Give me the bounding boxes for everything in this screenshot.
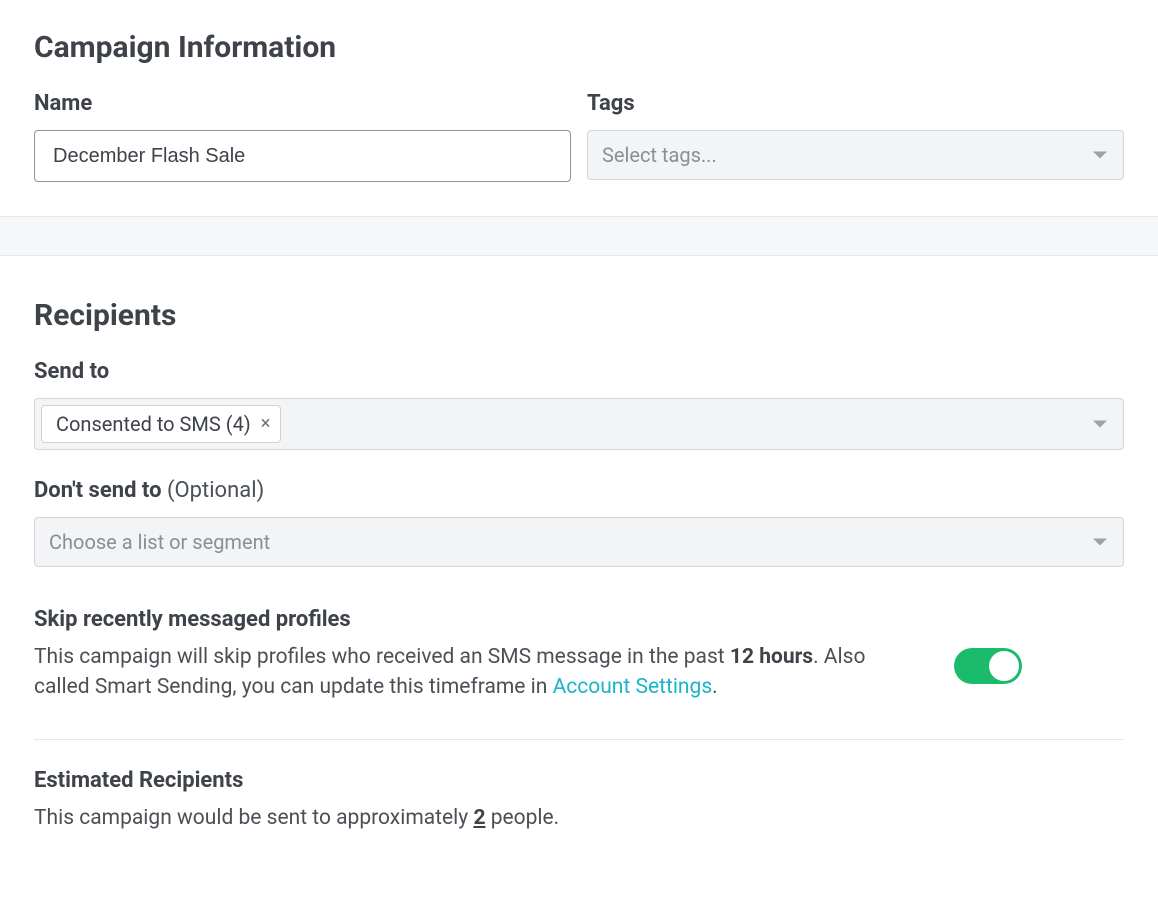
campaign-information-section: Campaign Information Name Tags Select ta… (0, 0, 1158, 216)
estimated-recipients-text: This campaign would be sent to approxima… (34, 803, 914, 833)
estimated-count: 2 (473, 806, 485, 830)
send-to-select[interactable]: Consented to SMS (4) × (34, 398, 1124, 450)
recipients-title: Recipients (34, 298, 1124, 333)
tags-field-col: Tags Select tags... (587, 91, 1124, 182)
send-to-label: Send to (34, 359, 1124, 384)
skip-recently-row: This campaign will skip profiles who rec… (34, 642, 1124, 703)
dont-send-to-placeholder: Choose a list or segment (49, 530, 270, 554)
estimated-recipients-title: Estimated Recipients (34, 768, 1124, 793)
tags-placeholder: Select tags... (602, 143, 717, 167)
chevron-down-icon (1093, 152, 1107, 159)
smart-sending-toggle[interactable] (954, 648, 1022, 684)
account-settings-link[interactable]: Account Settings (553, 675, 713, 699)
chip-remove-icon[interactable]: × (261, 415, 271, 433)
skip-hours: 12 hours (730, 645, 813, 669)
skip-recently-title: Skip recently messaged profiles (34, 607, 1124, 632)
estimated-after: people. (486, 806, 560, 830)
dont-send-to-label: Don't send to (Optional) (34, 478, 1124, 503)
estimated-before: This campaign would be sent to approxima… (34, 806, 473, 830)
recipients-divider (34, 739, 1124, 740)
section-divider (0, 216, 1158, 256)
send-to-chip-label: Consented to SMS (4) (56, 412, 251, 436)
send-to-chip: Consented to SMS (4) × (41, 405, 281, 443)
campaign-info-row: Name Tags Select tags... (34, 91, 1124, 182)
dont-send-to-label-text: Don't send to (34, 478, 162, 503)
tags-label: Tags (587, 91, 1124, 116)
chevron-down-icon (1093, 539, 1107, 546)
dont-send-to-optional-text: (Optional) (167, 478, 264, 503)
chevron-down-icon (1093, 421, 1107, 428)
dont-send-to-select[interactable]: Choose a list or segment (34, 517, 1124, 567)
skip-text-before: This campaign will skip profiles who rec… (34, 645, 730, 669)
skip-recently-description: This campaign will skip profiles who rec… (34, 642, 914, 703)
campaign-information-title: Campaign Information (34, 30, 1124, 65)
recipients-section: Recipients Send to Consented to SMS (4) … (0, 256, 1158, 873)
tags-select[interactable]: Select tags... (587, 130, 1124, 180)
name-field-col: Name (34, 91, 571, 182)
name-label: Name (34, 91, 571, 116)
campaign-name-input[interactable] (34, 130, 571, 182)
skip-text-after: . (712, 675, 718, 699)
